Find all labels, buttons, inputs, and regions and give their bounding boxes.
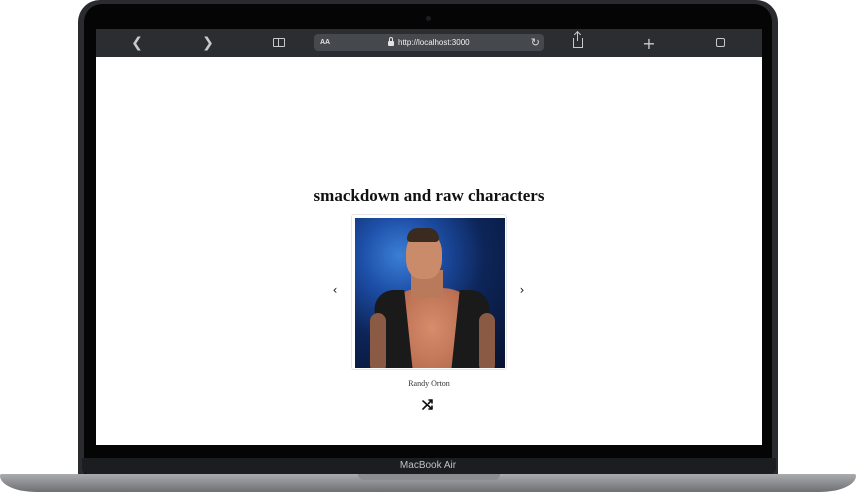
reload-icon[interactable]: ↻: [531, 34, 540, 51]
shuffle-icon: [422, 399, 433, 410]
back-icon[interactable]: ❮: [125, 29, 149, 57]
prev-character-button[interactable]: ‹: [327, 282, 343, 298]
address-bar[interactable]: AA http://localhost:3000 ↻: [314, 34, 544, 51]
camera-icon: [426, 16, 431, 21]
page-title: smackdown and raw characters: [313, 186, 545, 205]
url-display[interactable]: http://localhost:3000: [388, 34, 470, 51]
share-icon[interactable]: [573, 32, 583, 48]
browser-window: ❮ ❯ AA http://localhost:3000 ↻ + smackdo…: [96, 29, 762, 445]
text-size-button[interactable]: AA: [320, 34, 330, 51]
chevron-left-icon: ‹: [332, 283, 338, 297]
book-icon[interactable]: [273, 38, 285, 47]
character-card: [351, 214, 507, 370]
url-text: http://localhost:3000: [398, 38, 470, 47]
next-character-button[interactable]: ›: [514, 282, 530, 298]
laptop-base: MacBook Air: [0, 458, 856, 492]
character-name: Randy Orton: [408, 379, 450, 388]
device-label: MacBook Air: [399, 460, 457, 471]
page-content: smackdown and raw characters ‹ › Randy O…: [96, 57, 762, 445]
character-photo: [355, 218, 505, 368]
chevron-right-icon: ›: [519, 283, 525, 297]
tabs-icon[interactable]: [713, 38, 725, 50]
browser-toolbar: ❮ ❯ AA http://localhost:3000 ↻ +: [96, 29, 762, 57]
plus-icon[interactable]: +: [637, 29, 661, 57]
base-notch: [358, 474, 500, 480]
lock-icon: [388, 37, 394, 46]
shuffle-button[interactable]: [420, 397, 436, 413]
forward-icon[interactable]: ❯: [196, 29, 220, 57]
